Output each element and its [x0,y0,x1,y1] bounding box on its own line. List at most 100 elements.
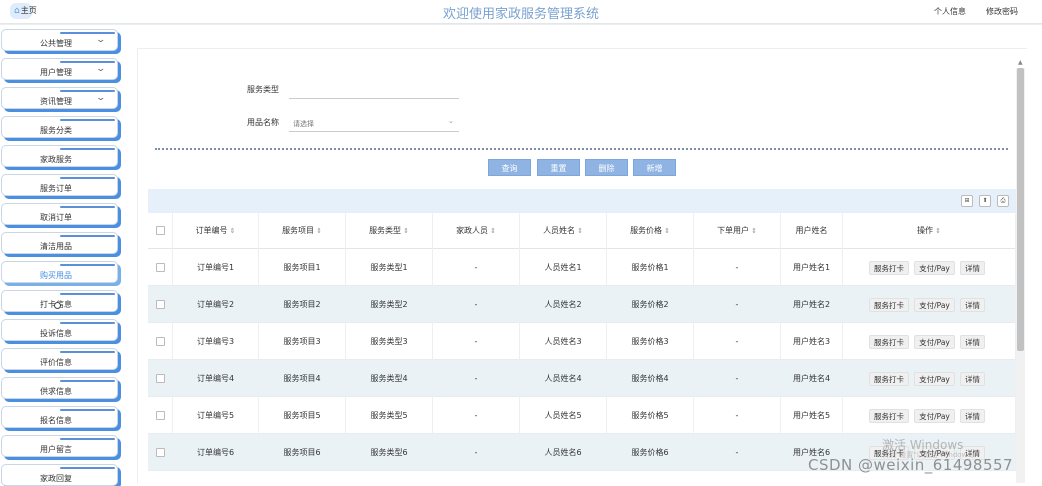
scroll-thumb[interactable] [1017,68,1024,351]
table-cell: - [694,434,781,471]
sidebar-item[interactable]: 购买用品 [1,261,118,283]
sidebar-item-label: 供求信息 [40,387,72,396]
print-icon[interactable]: ⎙ [997,195,1009,207]
checkin-button[interactable]: 服务打卡 [869,298,909,312]
table-cell: 用户姓名5 [781,397,843,434]
sidebar-item-label: 服务分类 [40,126,72,135]
sort-icon[interactable]: ⇕ [577,227,583,235]
actions-cell: 服务打卡 支付/Pay 详情 [843,360,1016,397]
detail-button[interactable]: 详情 [960,372,985,386]
sort-icon[interactable]: ⇕ [490,227,496,235]
reset-button[interactable]: 重置 [537,159,580,176]
scroll-up-icon[interactable]: ▲ [1018,59,1023,66]
query-button[interactable]: 查询 [488,159,531,176]
supply-name-select[interactable]: 请选择 ⌄ [289,113,459,131]
export-icon[interactable]: ⬆ [979,195,991,207]
delete-button[interactable]: 删除 [585,159,628,176]
table-cell: - [433,434,520,471]
sidebar-item[interactable]: 服务订单 [1,174,118,196]
sidebar-item[interactable]: 服务分类 [1,116,118,138]
change-password-link[interactable]: 修改密码 [986,6,1018,17]
sort-icon[interactable]: ⇕ [316,227,322,235]
table-cell: 用户姓名3 [781,323,843,360]
table-cell: - [433,249,520,286]
sidebar-item-label: 取消订单 [40,213,72,222]
column-header[interactable]: 订单编号 ⇕ [173,213,259,249]
sidebar-item-accent [60,119,115,121]
table-cell: 服务价格1 [607,249,694,286]
checkin-button[interactable]: 服务打卡 [869,409,909,423]
row-checkbox[interactable] [156,300,165,309]
detail-button[interactable]: 详情 [960,409,985,423]
table-cell: - [433,286,520,323]
detail-button[interactable]: 详情 [960,261,985,275]
sidebar-item[interactable]: 资讯管理 ⌄ [1,87,118,109]
sidebar-item[interactable]: 公共管理 ⌄ [1,29,118,51]
column-header[interactable]: 操作 ⇕ [843,213,1016,249]
column-header[interactable]: 服务类型 ⇕ [346,213,433,249]
column-header-label: 人员姓名 [543,226,576,235]
table-cell: 服务项目3 [259,323,346,360]
row-checkbox[interactable] [156,411,165,420]
sidebar-item-accent [60,61,115,63]
pay-button[interactable]: 支付/Pay [914,372,955,386]
page-title: 欢迎使用家政服务管理系统 [442,7,599,22]
sort-icon[interactable]: ⇕ [751,227,757,235]
sidebar-item[interactable]: 打卡信息 [1,290,118,312]
top-bar: ⌂主页 欢迎使用家政服务管理系统 个人信息 修改密码 [0,0,1042,24]
add-button[interactable]: 新增 [633,159,676,176]
table-row: 订单编号2 服务项目2 服务类型2- 人员姓名2 服务价格2- 用户姓名2 服务打卡 支付/P… [148,286,1016,323]
actions-cell: 服务打卡 支付/Pay 详情 [843,397,1016,434]
table-cell: - [433,397,520,434]
column-header[interactable]: 家政人员 ⇕ [433,213,520,249]
sidebar-item[interactable]: 报名信息 [1,406,118,428]
detail-button[interactable]: 详情 [960,335,985,349]
sort-icon[interactable]: ⇕ [935,227,941,235]
profile-link[interactable]: 个人信息 [934,6,966,17]
pay-button[interactable]: 支付/Pay [914,261,955,275]
sort-icon[interactable]: ⇕ [403,227,409,235]
sidebar-item[interactable]: 供求信息 [1,377,118,399]
row-checkbox[interactable] [156,448,165,457]
checkin-button[interactable]: 服务打卡 [869,261,909,275]
chevron-down-icon: ⌄ [95,35,107,45]
checkin-button[interactable]: 服务打卡 [869,335,909,349]
sidebar-item[interactable]: 家政服务 [1,145,118,167]
mouse-cursor [54,302,61,309]
filter-icon[interactable]: ⊞ [961,195,973,207]
sidebar-item[interactable]: 投诉信息 [1,319,118,341]
sidebar-item[interactable]: 清洁用品 [1,232,118,254]
column-header[interactable]: 人员姓名 ⇕ [520,213,607,249]
sidebar-item[interactable]: 取消订单 [1,203,118,225]
pay-button[interactable]: 支付/Pay [914,409,955,423]
table-cell: 订单编号1 [173,249,259,286]
table-cell: 用户姓名1 [781,249,843,286]
sidebar-item-accent [60,322,115,324]
column-header[interactable]: 服务项目 ⇕ [259,213,346,249]
service-type-input[interactable] [289,80,459,98]
column-header[interactable]: 用户姓名 [781,213,843,249]
pay-button[interactable]: 支付/Pay [914,335,955,349]
sidebar-item[interactable]: 用户留言 [1,435,118,457]
detail-button[interactable]: 详情 [960,298,985,312]
row-checkbox[interactable] [156,263,165,272]
sort-icon[interactable]: ⇕ [664,227,670,235]
sidebar-item-label: 投诉信息 [40,329,72,338]
sidebar-item-label: 家政回复 [40,474,72,483]
row-checkbox[interactable] [156,337,165,346]
sidebar-item[interactable]: 用户管理 ⌄ [1,58,118,80]
column-header[interactable]: 服务价格 ⇕ [607,213,694,249]
sidebar-item-accent [60,32,115,34]
column-header-label: 服务项目 [282,226,315,235]
table-cell: 服务项目5 [259,397,346,434]
column-header[interactable]: 下单用户 ⇕ [694,213,781,249]
sidebar-item[interactable]: 评价信息 [1,348,118,370]
table-cell: 服务项目6 [259,434,346,471]
sort-icon[interactable]: ⇕ [230,227,236,235]
scrollbar[interactable] [1016,68,1025,483]
sidebar-item-accent [60,438,115,440]
checkin-button[interactable]: 服务打卡 [869,372,909,386]
column-header-label: 下单用户 [717,226,750,235]
pay-button[interactable]: 支付/Pay [914,298,955,312]
row-checkbox[interactable] [156,374,165,383]
